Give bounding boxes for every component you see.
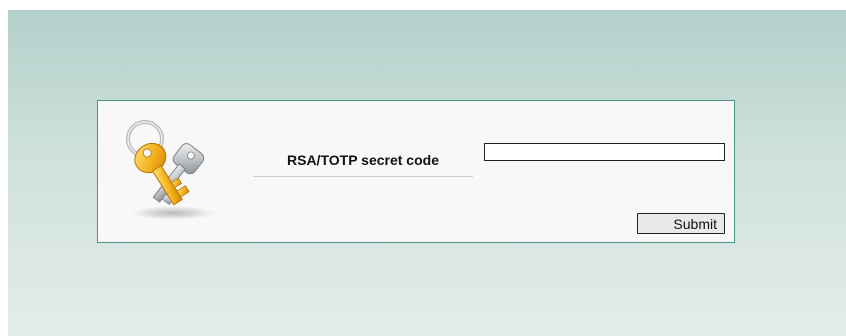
login-panel: RSA/TOTP secret code Submit bbox=[97, 100, 735, 243]
code-label-cell: RSA/TOTP secret code bbox=[253, 146, 473, 177]
secret-code-input[interactable] bbox=[484, 143, 725, 161]
submit-button[interactable]: Submit bbox=[637, 213, 725, 234]
code-field-label: RSA/TOTP secret code bbox=[287, 152, 439, 168]
key-icon bbox=[126, 120, 215, 220]
